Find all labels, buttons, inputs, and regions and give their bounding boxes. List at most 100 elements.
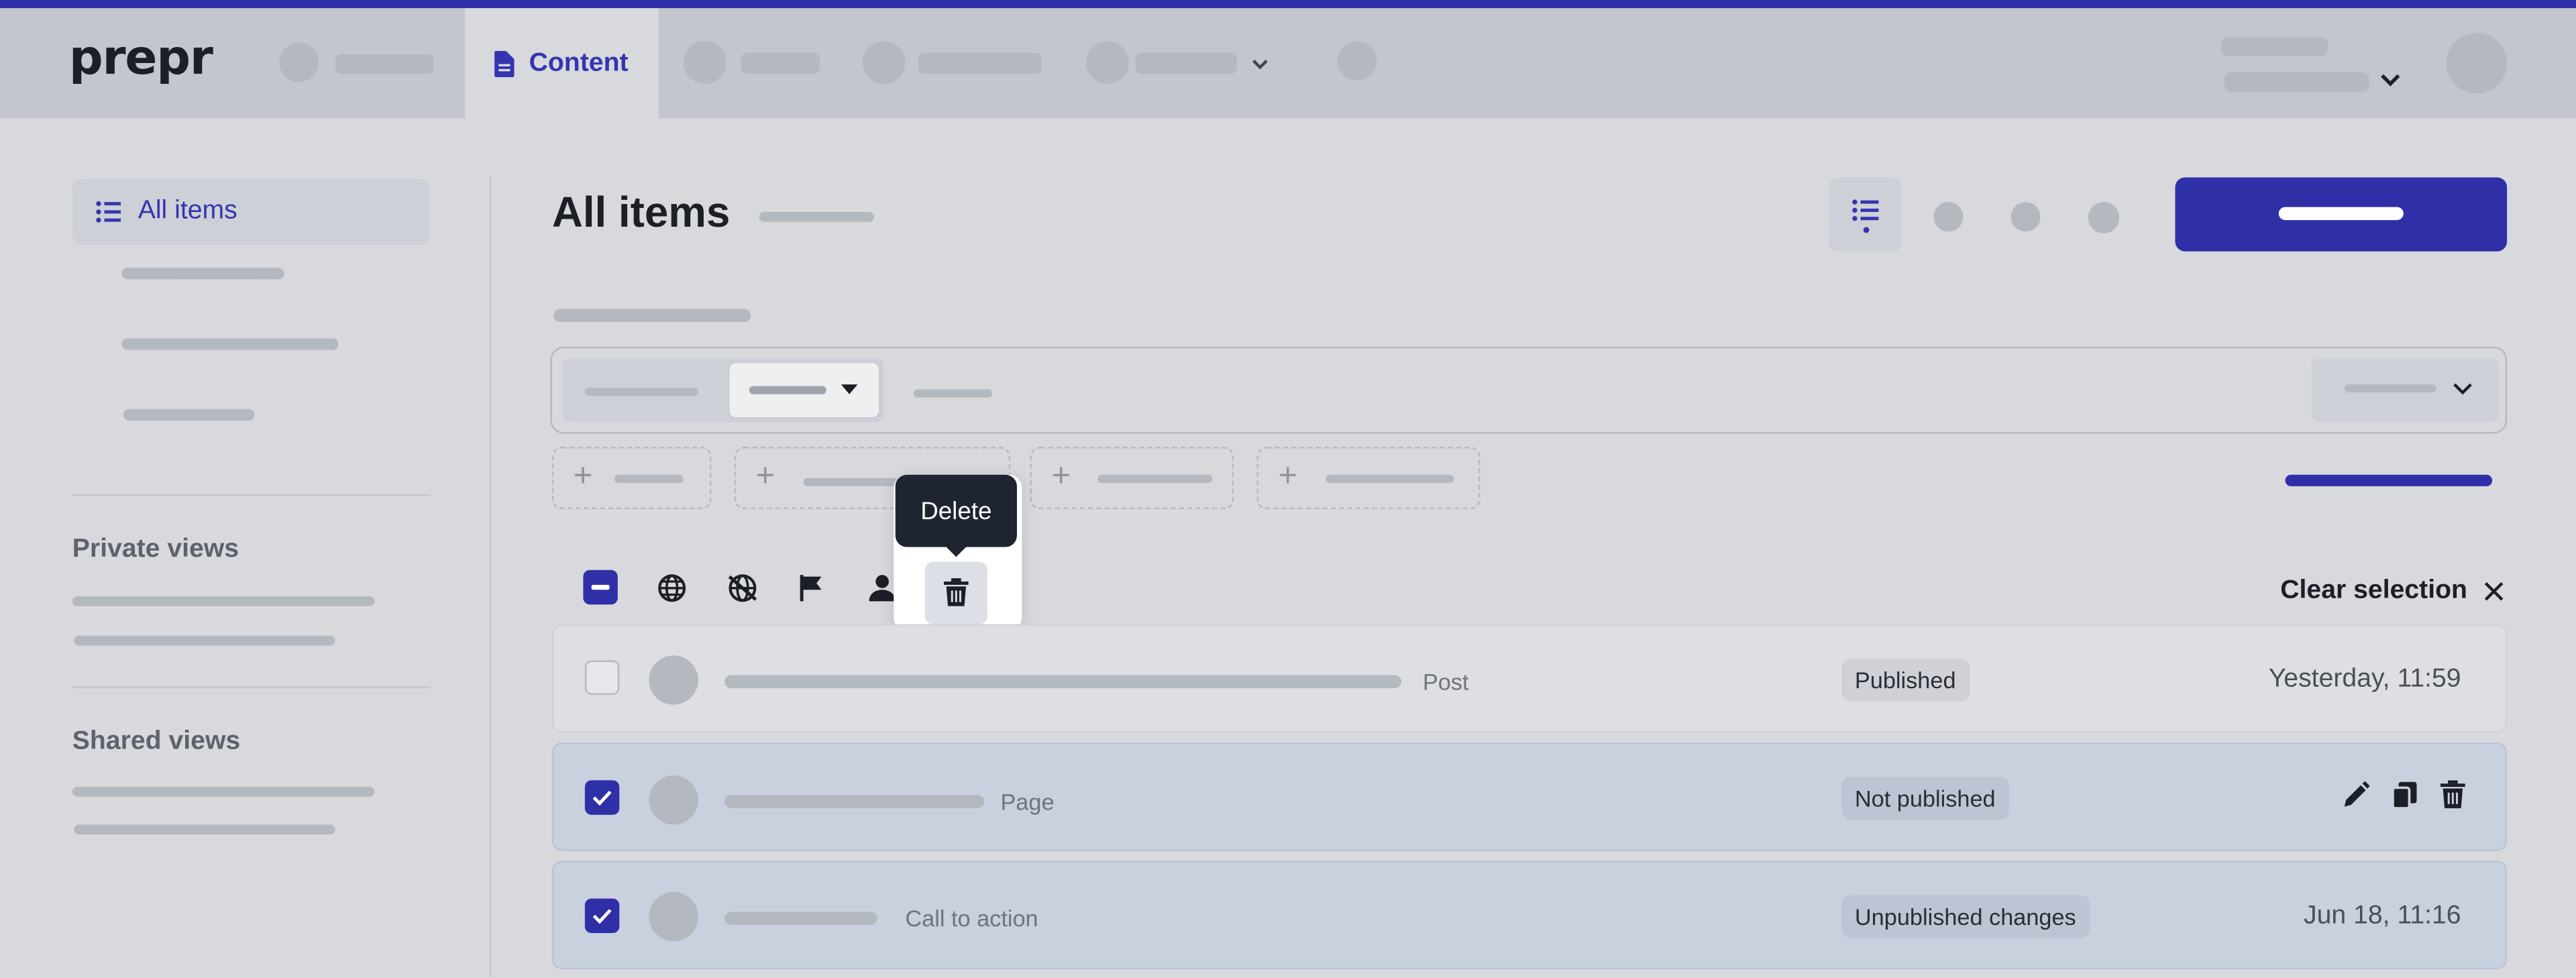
chip-label-placeholder bbox=[1097, 474, 1213, 484]
table-row[interactable]: Post Published Yesterday, 11:59 bbox=[551, 624, 2508, 733]
chip-label-placeholder bbox=[614, 474, 684, 484]
prepr-logo[interactable]: prepr bbox=[69, 30, 213, 85]
sort-dropdown[interactable] bbox=[2311, 358, 2499, 423]
publish-button[interactable] bbox=[654, 570, 690, 606]
avatar bbox=[649, 775, 698, 825]
workspace-switcher[interactable] bbox=[2224, 72, 2369, 93]
chevron-down-icon[interactable] bbox=[2377, 70, 2404, 90]
plus-icon: + bbox=[755, 458, 775, 495]
page-title: All items bbox=[551, 187, 731, 237]
sidebar-border bbox=[489, 177, 492, 978]
progress-indicator bbox=[2285, 474, 2493, 486]
list-icon bbox=[1851, 199, 1878, 233]
globe-icon bbox=[658, 574, 686, 602]
content-type: Post bbox=[1422, 668, 1469, 695]
view-option-button[interactable] bbox=[2010, 202, 2041, 232]
plus-icon: + bbox=[573, 458, 593, 495]
add-filter-chip[interactable]: + bbox=[1256, 447, 1481, 510]
tab-content-label: Content bbox=[529, 48, 629, 76]
sidebar-item-placeholder[interactable] bbox=[123, 409, 255, 421]
title-placeholder bbox=[724, 675, 1401, 689]
row-actions bbox=[2341, 780, 2466, 810]
row-checkbox[interactable] bbox=[584, 660, 620, 695]
private-view-placeholder[interactable] bbox=[72, 596, 375, 606]
tab-content[interactable]: Content bbox=[465, 8, 659, 119]
title-placeholder bbox=[724, 795, 984, 808]
person-icon bbox=[869, 575, 896, 602]
unpublish-button[interactable] bbox=[724, 570, 761, 606]
chevron-down-icon bbox=[2453, 383, 2472, 395]
private-view-placeholder[interactable] bbox=[74, 635, 335, 646]
top-accent-line bbox=[0, 0, 2576, 9]
nav-icon-placeholder[interactable] bbox=[862, 41, 906, 84]
nav-label-placeholder[interactable] bbox=[335, 54, 434, 74]
check-icon bbox=[592, 790, 612, 806]
caret-down-icon bbox=[841, 384, 858, 394]
document-icon bbox=[494, 50, 515, 76]
sort-label-placeholder bbox=[2344, 384, 2436, 393]
updated-date: Jun 18, 11:16 bbox=[2304, 902, 2461, 930]
flag-button[interactable] bbox=[794, 570, 830, 606]
breadcrumb-placeholder bbox=[553, 309, 751, 323]
shared-view-placeholder[interactable] bbox=[72, 787, 375, 797]
minus-icon bbox=[591, 585, 610, 590]
plus-icon: + bbox=[1051, 458, 1071, 495]
sidebar-item-placeholder[interactable] bbox=[121, 268, 284, 280]
sidebar-divider bbox=[72, 494, 431, 496]
app-window: prepr Content All items Private views Sh… bbox=[0, 0, 2576, 978]
copy-icon[interactable] bbox=[2390, 780, 2420, 810]
delete-tooltip: Delete bbox=[895, 474, 1017, 547]
avatar bbox=[649, 655, 698, 705]
shared-views-heading: Shared views bbox=[72, 727, 241, 756]
button-label-placeholder bbox=[2278, 207, 2404, 221]
list-view-button[interactable] bbox=[1828, 177, 1902, 252]
content-type: Page bbox=[1000, 788, 1055, 815]
item-count-placeholder bbox=[759, 211, 874, 222]
nav-label-placeholder[interactable] bbox=[1135, 52, 1238, 74]
delete-button[interactable] bbox=[924, 561, 987, 624]
table-row[interactable]: Page Not published bbox=[551, 742, 2508, 851]
row-checkbox[interactable] bbox=[584, 898, 620, 934]
workspace-label-placeholder bbox=[2221, 38, 2328, 56]
row-checkbox[interactable] bbox=[584, 780, 620, 815]
check-icon bbox=[592, 909, 612, 924]
filter-segment[interactable] bbox=[561, 358, 884, 423]
add-filter-chip[interactable]: + bbox=[551, 447, 712, 510]
nav-icon-placeholder[interactable] bbox=[1337, 41, 1377, 81]
nav-icon-placeholder[interactable] bbox=[279, 42, 319, 83]
clear-selection-button[interactable]: Clear selection bbox=[2280, 577, 2504, 606]
shared-view-placeholder[interactable] bbox=[74, 824, 335, 835]
add-item-button[interactable] bbox=[2175, 177, 2508, 252]
nav-icon-placeholder[interactable] bbox=[1085, 41, 1129, 84]
nav-label-placeholder[interactable] bbox=[741, 52, 820, 74]
updated-date: Yesterday, 11:59 bbox=[2268, 665, 2461, 694]
table-row[interactable]: Call to action Unpublished changes Jun 1… bbox=[551, 861, 2508, 969]
avatar[interactable] bbox=[2446, 32, 2508, 94]
select-all-checkbox[interactable] bbox=[583, 569, 618, 605]
tooltip-arrow bbox=[945, 545, 968, 557]
private-views-heading: Private views bbox=[72, 535, 239, 564]
add-filter-chip[interactable]: + bbox=[1030, 447, 1234, 510]
pencil-icon[interactable] bbox=[2341, 780, 2371, 810]
trash-icon[interactable] bbox=[2440, 780, 2466, 810]
nav-icon-placeholder[interactable] bbox=[683, 41, 727, 84]
nav-label-placeholder[interactable] bbox=[918, 52, 1042, 74]
sidebar-item-placeholder[interactable] bbox=[121, 338, 339, 350]
sidebar-divider bbox=[72, 686, 431, 689]
view-option-button[interactable] bbox=[1933, 202, 1964, 232]
content-type: Call to action bbox=[905, 905, 1038, 932]
avatar bbox=[649, 891, 698, 942]
filter-dropdown[interactable] bbox=[727, 361, 881, 419]
status-badge: Not published bbox=[1841, 777, 2009, 820]
status-badge: Published bbox=[1841, 659, 1970, 702]
chevron-down-icon[interactable] bbox=[1250, 56, 1270, 72]
status-badge: Unpublished changes bbox=[1841, 895, 2090, 938]
filter-bar bbox=[550, 346, 2508, 434]
chip-label-placeholder bbox=[1326, 474, 1454, 484]
plus-icon: + bbox=[1278, 458, 1297, 495]
filter-hint-placeholder bbox=[913, 389, 993, 398]
view-option-button[interactable] bbox=[2088, 202, 2120, 233]
flag-icon bbox=[800, 575, 822, 602]
sidebar-item-all-items[interactable]: All items bbox=[72, 178, 431, 245]
chip-label-placeholder bbox=[803, 478, 899, 486]
